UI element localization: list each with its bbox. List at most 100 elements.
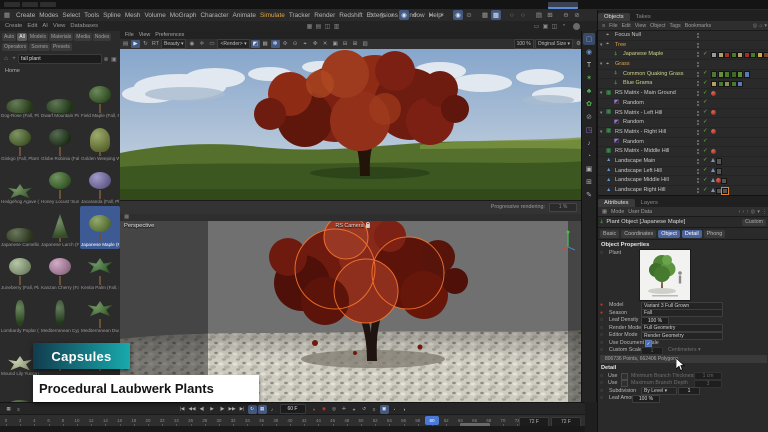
target-icon[interactable]: ⊙: [291, 40, 300, 48]
asset-menu-databases[interactable]: Databases: [70, 23, 98, 29]
clear-search-icon[interactable]: ⊗: [102, 56, 110, 63]
custom-button[interactable]: Custom: [742, 219, 766, 226]
goto-start-icon[interactable]: |◀: [178, 405, 187, 414]
menu-render[interactable]: Render: [314, 12, 335, 19]
menu-animate[interactable]: Animate: [233, 12, 256, 19]
expand-arrow[interactable]: ▾: [600, 90, 602, 96]
tag-chip[interactable]: [711, 71, 717, 78]
tag-chip[interactable]: [744, 52, 750, 59]
next-frame-icon[interactable]: |▶: [218, 405, 227, 414]
visibility-dots[interactable]: [697, 140, 699, 142]
plant-item-ginkgo-fall-plant[interactable]: Ginkgo (Fall, Plant): [0, 120, 40, 163]
visibility-dots[interactable]: [697, 120, 699, 122]
tag-chip[interactable]: [757, 52, 763, 59]
tag-chip[interactable]: [711, 178, 715, 182]
up-icon[interactable]: ↑: [746, 209, 749, 215]
rv-menu-file[interactable]: File: [125, 32, 134, 38]
enabled-check[interactable]: ✓: [703, 80, 708, 86]
home-icon[interactable]: ⌂: [759, 23, 762, 29]
rt-mode-icon[interactable]: RT: [151, 40, 160, 48]
anim-circle[interactable]: ○: [600, 347, 603, 353]
pen-icon[interactable]: ✎: [583, 189, 595, 201]
anim-circle[interactable]: ○: [600, 340, 603, 346]
expand-arrow[interactable]: ▾: [600, 110, 602, 116]
move-tool-icon[interactable]: ✛: [410, 10, 420, 20]
param-field[interactable]: 1: [641, 347, 663, 355]
visibility-dots[interactable]: [697, 43, 699, 45]
viewport-label[interactable]: Perspective: [124, 223, 154, 229]
plant-item-honey-locust-sunbur[interactable]: Honey Locust 'Sunbur...: [40, 163, 80, 206]
enabled-check[interactable]: ✓: [703, 148, 708, 154]
om-menu-edit[interactable]: Edit: [622, 23, 631, 29]
plant-item-mediterranean-cypres[interactable]: Mediterranean Cypres...: [40, 292, 80, 335]
anim-circle[interactable]: ○: [600, 380, 603, 386]
split-view-icon[interactable]: ◫: [323, 22, 332, 30]
tag-chip[interactable]: [724, 71, 730, 78]
tag-chip[interactable]: [724, 52, 730, 59]
list-view-icon[interactable]: ▤: [314, 22, 323, 30]
enabled-check[interactable]: ✓: [703, 177, 708, 183]
record-pla-icon[interactable]: ▣: [380, 405, 389, 414]
expand-arrow[interactable]: ▾: [600, 42, 602, 48]
menu-tools[interactable]: Tools: [84, 12, 99, 19]
clamp-icon[interactable]: ▦: [258, 405, 267, 414]
rv-menu-preferences[interactable]: Preferences: [155, 32, 184, 38]
snapshot-b-icon[interactable]: ⊟: [341, 40, 350, 48]
om-menu-file[interactable]: File: [609, 23, 618, 29]
plant-item-globe-robinia-fall-p[interactable]: Globe Robinia (Fall, P...: [40, 120, 80, 163]
attr-tab-object[interactable]: Object: [658, 230, 680, 238]
globe-icon[interactable]: ◉: [583, 46, 595, 58]
menu-select[interactable]: Select: [62, 12, 80, 19]
enabled-check[interactable]: ✓: [703, 70, 708, 76]
prev-key-icon[interactable]: ◀◀: [188, 405, 197, 414]
aov-dropdown[interactable]: Beauty ▾: [161, 39, 186, 49]
filter-tab-presets[interactable]: Presets: [51, 43, 72, 51]
visibility-dots[interactable]: [697, 149, 699, 151]
filter-tab-auto[interactable]: Auto: [2, 33, 16, 41]
keyframe-dot[interactable]: ●: [600, 302, 603, 308]
layout-window-icon[interactable]: ▭: [532, 22, 541, 30]
attr-tab-coordinates[interactable]: Coordinates: [621, 230, 656, 238]
simulate-toggle-icon[interactable]: ◉: [453, 10, 463, 20]
restart-render-icon[interactable]: ↻: [141, 40, 150, 48]
tag-chip[interactable]: [711, 81, 717, 88]
tab-attributes[interactable]: Attributes: [598, 199, 635, 207]
om-menu-bookmarks[interactable]: Bookmarks: [685, 23, 712, 29]
visibility-dots[interactable]: [697, 52, 699, 54]
tag-chip[interactable]: [711, 110, 716, 115]
object-row-common-quaking-grass[interactable]: ⍋Common Quaking Grass✓: [598, 70, 768, 80]
plant-item-juneberry-fall-plant[interactable]: Juneberry (Fall, Plant): [0, 249, 40, 292]
tag-chip[interactable]: [763, 52, 768, 59]
attr-tab-basic[interactable]: Basic: [600, 230, 619, 238]
enabled-check[interactable]: ✓: [703, 119, 708, 125]
tab-objects[interactable]: Objects: [598, 13, 630, 21]
max-icon[interactable]: ◑: [400, 405, 409, 414]
attr-tab-detail[interactable]: Detail: [682, 230, 702, 238]
back-icon[interactable]: ‹: [739, 209, 741, 215]
record-keyframe-icon[interactable]: ●: [310, 405, 319, 414]
tag-chip[interactable]: [711, 158, 715, 162]
remove-icon[interactable]: ⊖: [561, 10, 571, 20]
enabled-check[interactable]: ✓: [703, 99, 708, 105]
anim-circle[interactable]: ○: [600, 317, 603, 323]
plant-item-mediterranean-dwarf[interactable]: Mediterranean Dwarf...: [80, 292, 120, 335]
filter-tab-models[interactable]: Models: [28, 33, 48, 41]
tag-chip[interactable]: [716, 168, 722, 175]
am-menu-mode[interactable]: Mode: [611, 209, 624, 215]
tag-chip[interactable]: [731, 81, 737, 88]
enabled-check[interactable]: ✓: [703, 51, 708, 57]
more-icon[interactable]: ⋮: [762, 209, 767, 215]
keyframe-dot[interactable]: ●: [600, 310, 603, 316]
menu-redshift[interactable]: Redshift: [339, 12, 362, 19]
rectangle-selection-icon[interactable]: ◎: [377, 10, 387, 20]
layout-tab-active[interactable]: [548, 2, 578, 9]
dim-circle1-icon[interactable]: ○: [507, 10, 517, 20]
menu-volume[interactable]: Volume: [144, 12, 165, 19]
menu-create[interactable]: Create: [16, 12, 35, 19]
object-row-japanese-maple[interactable]: ⍋Japanese Maple✓: [598, 50, 768, 60]
object-row-blue-grama[interactable]: ⍋Blue Grama✓: [598, 79, 768, 89]
anim-circle[interactable]: ○: [600, 395, 603, 401]
tag-chip[interactable]: [711, 129, 716, 134]
object-row-rs-matrix-left-hill[interactable]: ▾▦RS Matrix - Left Hill✓: [598, 109, 768, 119]
user-avatar[interactable]: [573, 23, 580, 30]
